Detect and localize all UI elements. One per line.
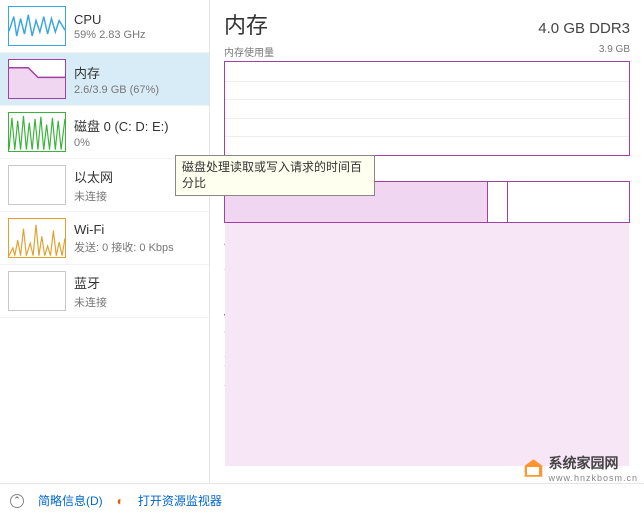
sidebar-item-label: 内存 bbox=[74, 63, 159, 82]
sidebar-item-sub: 未连接 bbox=[74, 294, 107, 310]
sidebar-item-sub: 2.6/3.9 GB (67%) bbox=[74, 84, 159, 96]
sidebar-item-cpu[interactable]: CPU 59% 2.83 GHz bbox=[0, 0, 209, 53]
sidebar-item-sub: 0% bbox=[74, 137, 169, 149]
memory-capacity: 4.0 GB DDR3 bbox=[538, 20, 630, 37]
usage-chart-max: 3.9 GB bbox=[599, 44, 630, 59]
sidebar-item-sub: 未连接 bbox=[74, 188, 113, 204]
watermark-name: 系统家园网 bbox=[548, 453, 638, 473]
detail-panel: 内存 4.0 GB DDR3 内存使用量 3.9 GB bbox=[210, 0, 644, 483]
sidebar-item-sub: 59% 2.83 GHz bbox=[74, 29, 146, 41]
sidebar-item-memory[interactable]: 内存 2.6/3.9 GB (67%) bbox=[0, 53, 209, 106]
sidebar-item-label: 以太网 bbox=[74, 167, 113, 186]
sidebar-item-sub: 发送: 0 接收: 0 Kbps bbox=[74, 239, 174, 255]
disk-tooltip: 磁盘处理读取或写入请求的时间百分比 bbox=[175, 155, 375, 196]
sidebar-item-bluetooth[interactable]: 蓝牙 未连接 bbox=[0, 265, 209, 318]
open-resmon-link[interactable]: 打开资源监视器 bbox=[138, 492, 222, 509]
sidebar-item-label: 蓝牙 bbox=[74, 273, 107, 292]
brief-info-link[interactable]: 简略信息(D) bbox=[38, 492, 103, 509]
page-title: 内存 bbox=[224, 8, 268, 40]
usage-chart-label: 内存使用量 bbox=[224, 44, 274, 59]
footer: ⌃ 简略信息(D) ◐ 打开资源监视器 bbox=[0, 483, 644, 517]
watermark-logo-icon bbox=[522, 457, 544, 479]
memory-thumb-icon bbox=[8, 59, 66, 99]
bluetooth-thumb-icon bbox=[8, 271, 66, 311]
wifi-thumb-icon bbox=[8, 218, 66, 258]
sidebar-item-wifi[interactable]: Wi-Fi 发送: 0 接收: 0 Kbps bbox=[0, 212, 209, 265]
ethernet-thumb-icon bbox=[8, 165, 66, 205]
sidebar-item-label: 磁盘 0 (C: D: E:) bbox=[74, 116, 169, 135]
resmon-icon: ◐ bbox=[117, 494, 124, 508]
sidebar-item-disk0[interactable]: 磁盘 0 (C: D: E:) 0% bbox=[0, 106, 209, 159]
sidebar-item-label: CPU bbox=[74, 12, 146, 27]
sidebar-item-label: Wi-Fi bbox=[74, 222, 174, 237]
memory-usage-chart bbox=[224, 61, 630, 156]
chevron-up-icon[interactable]: ⌃ bbox=[10, 494, 24, 508]
disk-thumb-icon bbox=[8, 112, 66, 152]
watermark-sub: www.hnzkbosm.cn bbox=[548, 473, 638, 483]
watermark: 系统家园网 www.hnzkbosm.cn bbox=[522, 453, 638, 483]
cpu-thumb-icon bbox=[8, 6, 66, 46]
sidebar: CPU 59% 2.83 GHz 内存 2.6/3.9 GB (67%) bbox=[0, 0, 210, 483]
